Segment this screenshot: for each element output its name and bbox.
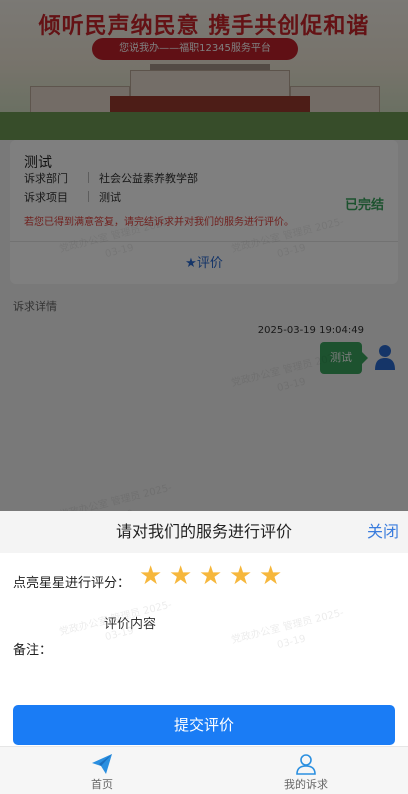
tab-home-label: 首页	[91, 778, 113, 791]
star-icon[interactable]: ★	[139, 563, 165, 589]
star-icon[interactable]: ★	[229, 563, 255, 589]
star-rating: ★ ★ ★ ★ ★	[139, 563, 289, 589]
user-icon	[296, 754, 316, 775]
tab-bar: 首页 我的诉求	[0, 746, 408, 794]
rating-label: 点亮星星进行评分：	[13, 576, 131, 591]
sheet-title: 请对我们的服务进行评价	[115, 522, 292, 541]
remark-label: 备注：	[13, 643, 53, 658]
submit-button[interactable]: 提交评价	[13, 705, 395, 745]
star-icon[interactable]: ★	[199, 563, 225, 589]
tab-home[interactable]: 首页	[2, 747, 202, 794]
sheet-header: 请对我们的服务进行评价 关闭	[0, 511, 408, 553]
tab-my-requests-label: 我的诉求	[284, 778, 328, 791]
remark-input[interactable]	[100, 611, 395, 691]
star-icon[interactable]: ★	[169, 563, 195, 589]
paper-plane-icon	[92, 754, 112, 774]
close-button[interactable]: 关闭	[367, 511, 399, 553]
star-icon[interactable]: ★	[259, 563, 285, 589]
tab-my-requests[interactable]: 我的诉求	[206, 747, 406, 794]
rating-sheet: 请对我们的服务进行评价 关闭 点亮星星进行评分： ★★★★★ 备注： 提交评价 …	[0, 511, 408, 794]
